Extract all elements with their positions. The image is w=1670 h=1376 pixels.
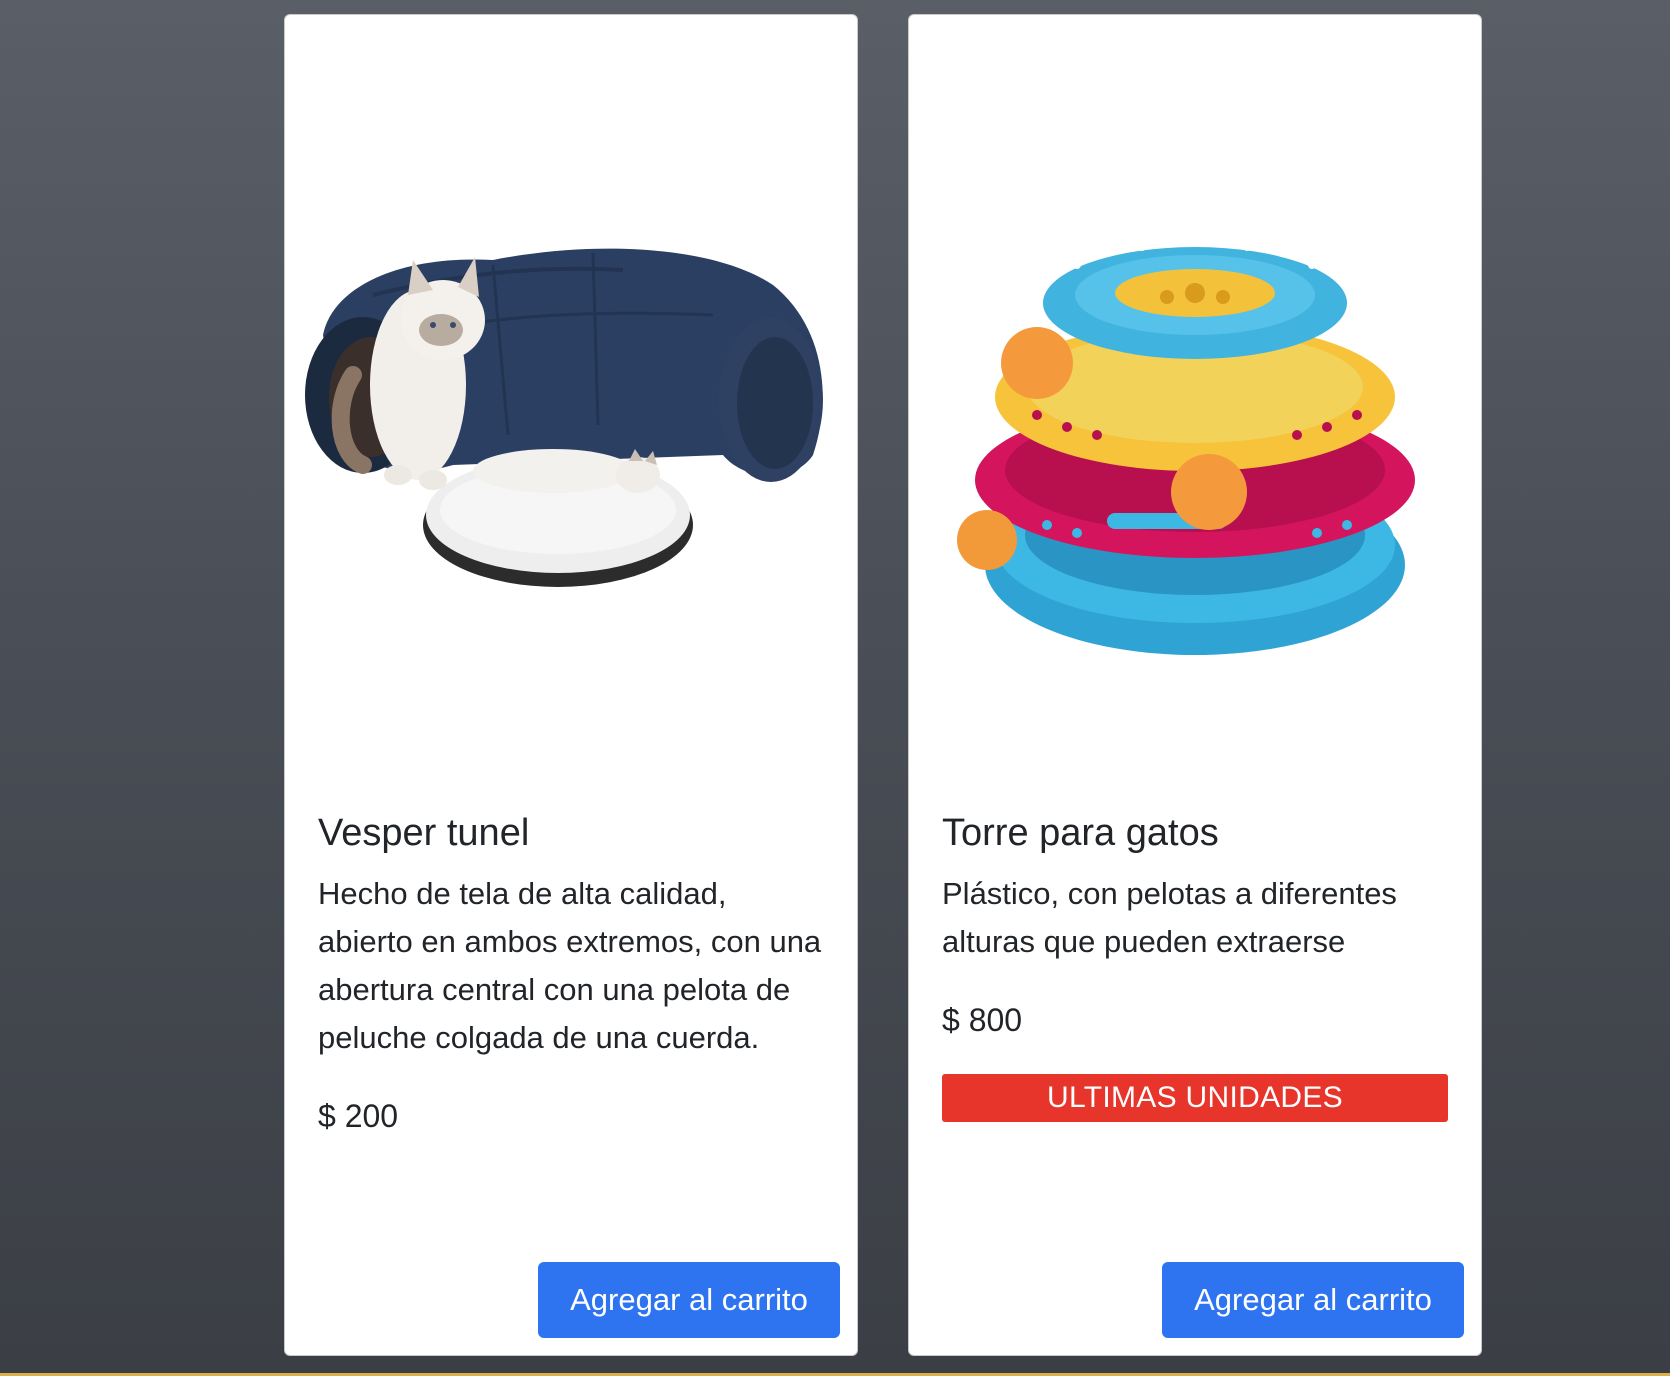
add-to-cart-button[interactable]: Agregar al carrito <box>1162 1262 1464 1338</box>
add-to-cart-button[interactable]: Agregar al carrito <box>538 1262 840 1338</box>
product-description: Plástico, con pelotas a diferentes altur… <box>942 876 1397 959</box>
product-card: Torre para gatos Plástico, con pelotas a… <box>908 14 1482 1356</box>
last-units-badge: ULTIMAS UNIDADES <box>942 1074 1448 1122</box>
product-card: Vesper tunel Hecho de tela de alta calid… <box>284 14 858 1356</box>
cat-tunnel-image <box>293 135 849 695</box>
product-price: $ 800 <box>942 1002 1023 1038</box>
product-title: Torre para gatos <box>942 812 1219 854</box>
product-description: Hecho de tela de alta calidad, abierto e… <box>318 876 822 1055</box>
product-price: $ 200 <box>318 1098 399 1134</box>
cat-tower-toy-image <box>917 135 1473 695</box>
card-body: Vesper tunel Hecho de tela de alta calid… <box>318 810 824 1138</box>
product-title: Vesper tunel <box>318 812 530 854</box>
card-body: Torre para gatos Plástico, con pelotas a… <box>942 810 1448 1122</box>
